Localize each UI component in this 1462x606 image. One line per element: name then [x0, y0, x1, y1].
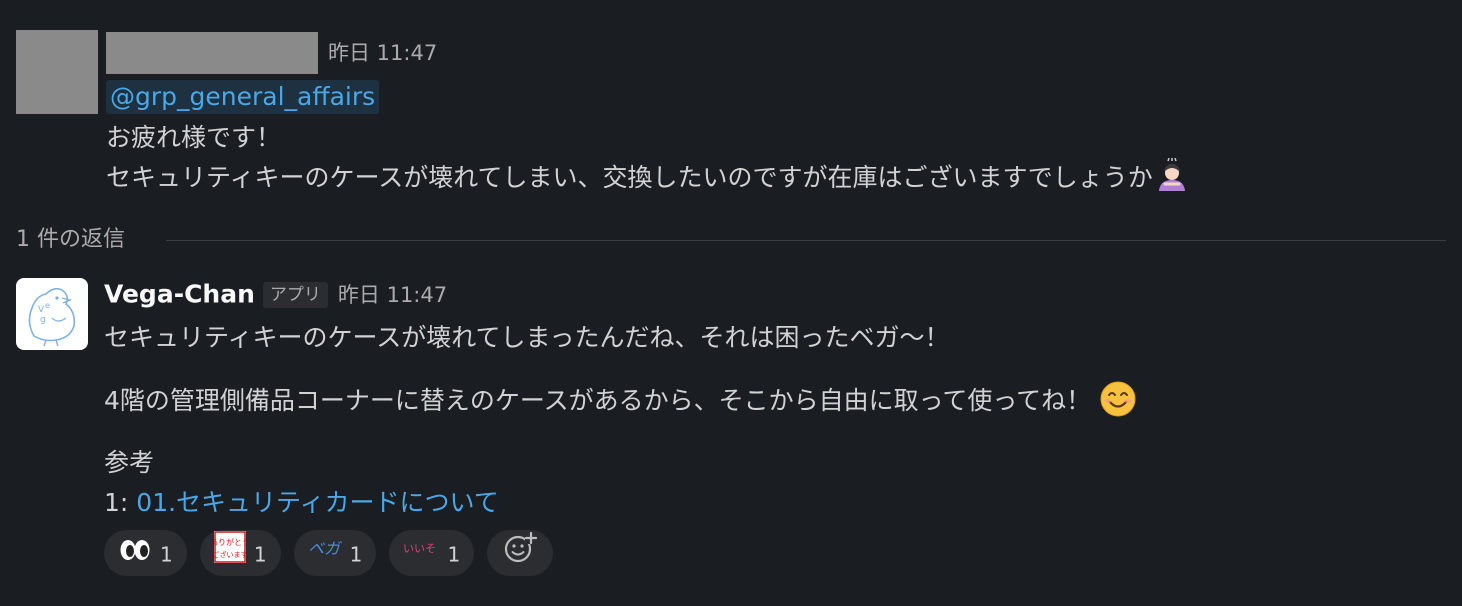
reaction-bar: 1 ありがとう ございます 1 ベガ〜 1 いいそ [104, 530, 561, 576]
message-body: Vega-Chan アプリ 昨日 11:47 セキュリティキーのケースが壊れてしまっ… [104, 270, 1462, 523]
svg-text:g: g [40, 315, 46, 325]
eyes-icon [118, 532, 152, 578]
smiling-face-icon[interactable] [1099, 380, 1137, 418]
svg-text:V: V [38, 305, 45, 315]
arigatou-gozaimasu-stamp-icon: ありがとう ございます [210, 530, 250, 579]
iiso-stamp-icon: いいそ [403, 532, 439, 578]
reaction-count: 1 [447, 542, 461, 567]
vega-stamp-icon: ベガ〜 [308, 532, 358, 578]
slack-thread-view: 昨日 11:47 @grp_general_affairs お疲れ様です！ セキ… [0, 0, 1462, 606]
reaction-count: 1 [349, 542, 363, 567]
avatar-redacted[interactable] [16, 30, 98, 114]
person-bowing-icon[interactable] [1155, 157, 1189, 192]
reaction-count: 1 [253, 542, 267, 567]
reply-count: 1 件の返信 [16, 227, 125, 252]
reaction-vega[interactable]: ベガ〜 1 [293, 530, 377, 578]
svg-text:いいそ: いいそ [403, 542, 436, 555]
message-line-with-emoji: セキュリティキーのケースが壊れてしまい、交換したいのですが在庫はございますでしょ… [106, 157, 1462, 198]
svg-text:ありがとう: ありがとう [214, 537, 246, 547]
timestamp[interactable]: 昨日 11:47 [338, 283, 447, 307]
bot-name[interactable]: Vega-Chan [104, 280, 255, 309]
reference-title: 参考 [104, 448, 155, 477]
group-mention[interactable]: @grp_general_affairs [106, 80, 380, 114]
reply-paragraph-2-text: 4階の管理側備品コーナーに替えのケースがあるから、そこから自由に取って使ってね！ [104, 386, 1092, 415]
reply-paragraph-1: セキュリティキーのケースが壊れてしまったんだね、それは困ったベガ〜！ [104, 323, 950, 352]
message-body: 昨日 11:47 @grp_general_affairs お疲れ様です！ セキ… [106, 28, 1462, 198]
reference-item: 1: 01.セキュリティカードについて [104, 483, 1462, 523]
reaction-count: 1 [160, 542, 173, 567]
message-header: 昨日 11:47 [106, 28, 1462, 76]
svg-text:ベガ〜: ベガ〜 [308, 539, 342, 558]
bot-avatar[interactable]: V e g [16, 278, 88, 350]
app-badge: アプリ [262, 281, 328, 308]
thread-replies-divider: 1 件の返信 [16, 222, 1462, 258]
timestamp[interactable]: 昨日 11:47 [328, 41, 437, 65]
reaction-eyes[interactable]: 1 [104, 530, 187, 576]
sender-name-redacted[interactable] [106, 31, 318, 74]
message-header: Vega-Chan アプリ 昨日 11:47 [104, 270, 1462, 318]
reaction-iiso[interactable]: いいそ 1 [389, 530, 475, 578]
message-line: お疲れ様です！ [106, 123, 282, 152]
add-reaction-icon [503, 530, 538, 580]
reference-link[interactable]: 01.セキュリティカードについて [136, 488, 499, 517]
add-reaction-button[interactable] [487, 530, 554, 576]
reference-index: 1: [104, 488, 129, 517]
reaction-arigatou[interactable]: ありがとう ございます 1 [199, 530, 281, 579]
svg-text:e: e [45, 301, 50, 310]
svg-text:ございます: ございます [214, 550, 246, 559]
divider-line [166, 240, 1446, 241]
message-line-text: セキュリティキーのケースが壊れてしまい、交換したいのですが在庫はございますでしょ… [106, 163, 1153, 192]
reply-paragraph-2: 4階の管理側備品コーナーに替えのケースがあるから、そこから自由に取って使ってね！ [104, 380, 1462, 421]
